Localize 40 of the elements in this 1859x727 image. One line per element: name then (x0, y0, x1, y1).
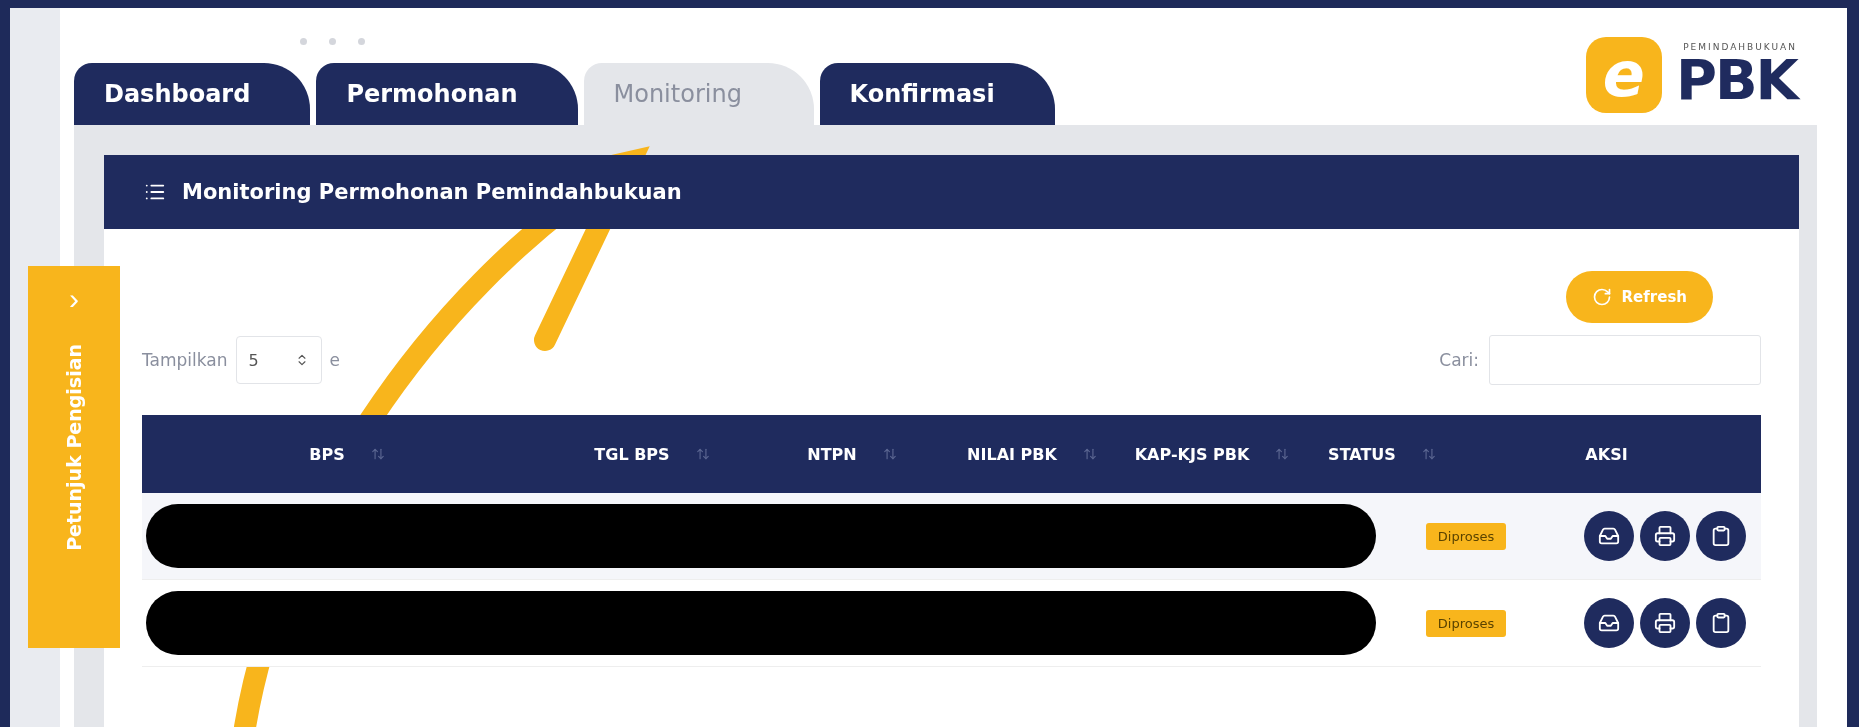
sort-icon[interactable] (1421, 447, 1436, 461)
logo-caption: PEMINDAHBUKUAN (1683, 42, 1797, 52)
status-badge: Diproses (1425, 522, 1507, 550)
inbox-icon (1598, 525, 1620, 547)
refresh-icon (1591, 287, 1612, 307)
clipboard-button[interactable] (1696, 511, 1746, 561)
column-header[interactable]: AKSI (1585, 444, 1628, 464)
search-field[interactable] (1489, 335, 1761, 385)
column-header[interactable]: KAP-KJS PBK (1134, 444, 1250, 464)
tab[interactable]: Dashboard (74, 63, 311, 125)
clipboard-icon (1710, 525, 1732, 547)
printer-icon (1654, 525, 1676, 547)
clipboard-icon (1710, 612, 1732, 634)
sort-icon[interactable] (370, 447, 385, 461)
inbox-icon (1598, 612, 1620, 634)
sort-icon[interactable] (695, 447, 710, 461)
length-label: Tampilkan (142, 350, 228, 370)
print-button[interactable] (1640, 598, 1690, 648)
clipboard-button[interactable] (1696, 598, 1746, 648)
column-header[interactable]: NTPN (807, 444, 857, 464)
column-header[interactable]: BPS (309, 444, 345, 464)
search-label: Cari: (1439, 350, 1479, 370)
logo-mark: e (1585, 37, 1662, 113)
column-header[interactable]: NILAI PBK (967, 444, 1057, 464)
column-header[interactable]: STATUS (1328, 444, 1396, 464)
tab[interactable]: Permohonan (316, 63, 578, 125)
status-badge: Diproses (1425, 609, 1507, 637)
inbox-button[interactable] (1584, 511, 1634, 561)
tab[interactable]: Konfirmasi (819, 63, 1055, 125)
printer-icon (1654, 612, 1676, 634)
chevron-icon: › (69, 284, 79, 314)
column-header[interactable]: TGL BPS (594, 444, 670, 464)
dots-icon (300, 38, 365, 45)
length-select[interactable]: 5 (235, 336, 322, 384)
sort-icon[interactable] (1275, 447, 1290, 461)
print-button[interactable] (1640, 511, 1690, 561)
length-suffix: e (329, 350, 340, 370)
inbox-button[interactable] (1584, 598, 1634, 648)
sort-icon[interactable] (882, 447, 897, 461)
sort-icon[interactable] (1082, 447, 1097, 461)
